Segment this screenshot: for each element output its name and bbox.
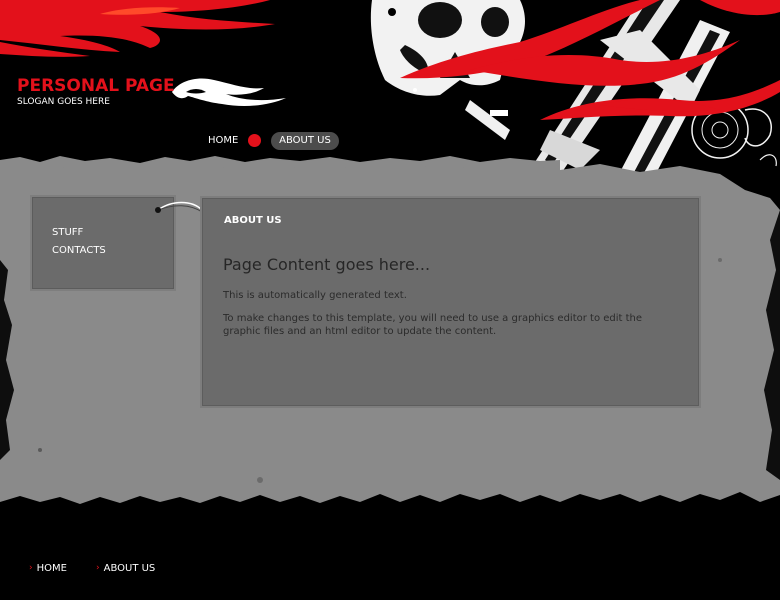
sidebar-item-stuff[interactable]: STUFF [52, 227, 83, 239]
content-paragraph: To make changes to this template, you wi… [223, 313, 643, 337]
chevron-right-icon: › [29, 563, 33, 573]
content-panel: ABOUT US Page Content goes here... This … [200, 196, 701, 408]
footer-link-label: HOME [36, 563, 67, 574]
nav-about-us-link[interactable]: ABOUT US [271, 132, 339, 150]
chevron-right-icon: › [96, 563, 100, 573]
footer-about-us-link[interactable]: › ABOUT US [96, 563, 155, 575]
page-title: Page Content goes here... [223, 255, 431, 274]
content-paragraph: This is automatically generated text. [223, 290, 407, 301]
site-slogan: SLOGAN GOES HERE [17, 97, 110, 107]
footer: › HOME › ABOUT US [0, 540, 780, 600]
tribal-flame-icon [172, 78, 286, 106]
footer-link-label: ABOUT US [103, 563, 156, 574]
content-heading: ABOUT US [224, 215, 282, 226]
sidebar-item-contacts[interactable]: CONTACTS [52, 245, 106, 257]
footer-home-link[interactable]: › HOME [29, 563, 67, 575]
site-title: PERSONAL PAGE [17, 76, 175, 96]
nav-separator-dot-icon [248, 134, 261, 147]
flames-left-icon [0, 0, 275, 57]
nav-home-link[interactable]: HOME [202, 133, 244, 149]
